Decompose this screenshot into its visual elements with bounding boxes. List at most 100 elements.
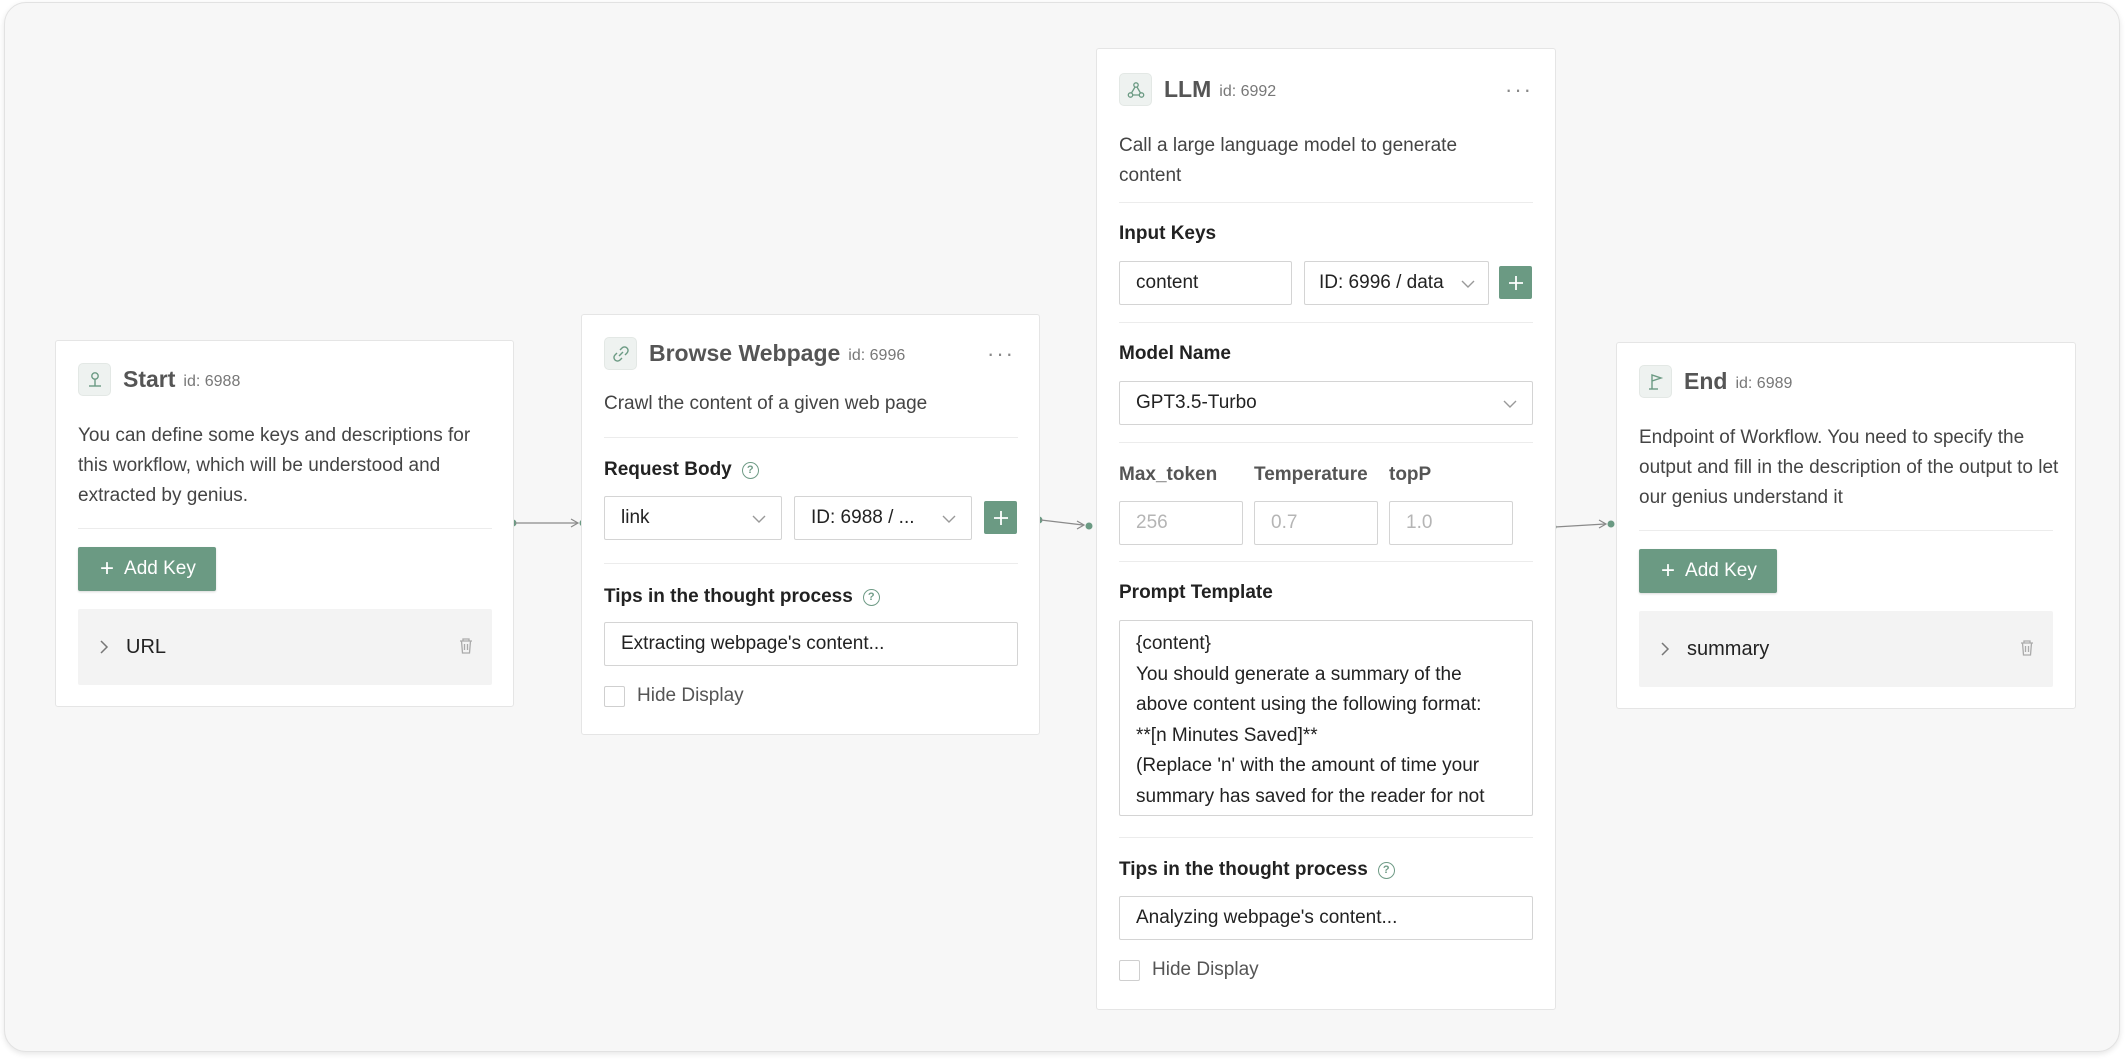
browse-tips-label-text: Tips in the thought process (604, 586, 853, 607)
llm-node[interactable]: LLM id: 6992 ··· Call a large language m… (1096, 48, 1556, 1010)
connector-llm-end (1549, 519, 1615, 531)
browse-tips-label: Tips in the thought process ? (604, 586, 880, 608)
top-p-input[interactable]: 1.0 (1389, 501, 1513, 545)
browse-webpage-node[interactable]: Browse Webpage id: 6996 ··· Crawl the co… (581, 314, 1040, 735)
temperature-label: Temperature (1254, 464, 1368, 485)
model-name-select[interactable]: GPT3.5-Turbo (1119, 381, 1533, 425)
connector-browse-llm (1035, 516, 1093, 530)
chevron-right-icon[interactable] (98, 638, 110, 656)
end-add-key-label: Add Key (1685, 560, 1757, 581)
browse-tips-input[interactable]: Extracting webpage's content... (604, 622, 1018, 666)
llm-node-title: LLM (1164, 76, 1212, 102)
pin-icon (78, 363, 111, 396)
llm-divider-1 (1119, 202, 1533, 203)
plus-icon (993, 510, 1008, 525)
browse-node-id: id: 6996 (848, 346, 906, 364)
end-add-key-button[interactable]: + Add Key (1639, 549, 1777, 593)
plus-icon: + (1661, 557, 1676, 584)
chevron-down-icon (1461, 280, 1475, 288)
add-request-param-button[interactable] (984, 501, 1017, 534)
request-source-select[interactable]: ID: 6988 / ... (794, 496, 972, 540)
max-token-input[interactable]: 256 (1119, 501, 1243, 545)
start-key-label: URL (126, 635, 167, 658)
chevron-down-icon (1503, 400, 1517, 408)
request-source-value: ID: 6988 / ... (811, 507, 915, 528)
browse-node-header: Browse Webpage id: 6996 (604, 337, 905, 370)
hide-display-checkbox[interactable] (1119, 959, 1140, 981)
request-body-label: Request Body ? (604, 459, 759, 481)
llm-hide-display-label: Hide Display (1152, 959, 1259, 980)
browse-divider-2 (604, 563, 1018, 564)
top-p-label: topP (1389, 464, 1432, 485)
browse-tips-value: Extracting webpage's content... (621, 633, 885, 654)
llm-hide-display[interactable]: Hide Display (1119, 959, 1259, 981)
llm-tips-label: Tips in the thought process ? (1119, 859, 1395, 881)
llm-more-button[interactable]: ··· (1505, 79, 1533, 101)
llm-node-id: id: 6992 (1219, 82, 1277, 100)
start-key-row[interactable]: URL (78, 609, 492, 685)
end-node-header: End id: 6989 (1639, 365, 1792, 398)
request-key-select[interactable]: link (604, 496, 782, 540)
plus-icon (1508, 275, 1523, 290)
max-token-label: Max_token (1119, 464, 1218, 485)
plus-icon: + (100, 555, 115, 582)
start-add-key-button[interactable]: + Add Key (78, 547, 216, 591)
add-input-key-button[interactable] (1499, 266, 1532, 299)
link-icon (604, 337, 637, 370)
chevron-right-icon[interactable] (1659, 640, 1671, 658)
input-key-field[interactable]: content (1119, 261, 1292, 305)
max-token-placeholder: 256 (1136, 512, 1168, 533)
temperature-input[interactable]: 0.7 (1254, 501, 1378, 545)
llm-divider-2 (1119, 322, 1533, 323)
help-icon[interactable]: ? (741, 461, 759, 479)
browse-hide-display[interactable]: Hide Display (604, 685, 744, 707)
llm-node-header: LLM id: 6992 (1119, 73, 1276, 106)
connector-start-browse (509, 518, 587, 528)
model-name-label: Model Name (1119, 343, 1231, 364)
browse-more-button[interactable]: ··· (987, 343, 1015, 365)
browse-hide-display-label: Hide Display (637, 685, 744, 706)
llm-tips-value: Analyzing webpage's content... (1136, 907, 1398, 928)
llm-tips-label-text: Tips in the thought process (1119, 859, 1368, 880)
input-source-select[interactable]: ID: 6996 / data (1304, 261, 1489, 305)
end-key-row[interactable]: summary (1639, 611, 2053, 687)
hide-display-checkbox[interactable] (604, 685, 625, 707)
prompt-template-textarea[interactable]: {content} You should generate a summary … (1119, 620, 1533, 816)
start-node[interactable]: Start id: 6988 You can define some keys … (55, 340, 514, 707)
request-body-label-text: Request Body (604, 459, 732, 480)
llm-node-description: Call a large language model to generate … (1119, 135, 1458, 186)
end-node-id: id: 6989 (1735, 374, 1793, 392)
help-icon[interactable]: ? (862, 588, 880, 606)
workflow-canvas[interactable]: Start id: 6988 You can define some keys … (4, 2, 2120, 1052)
chevron-down-icon (752, 515, 766, 523)
help-icon[interactable]: ? (1377, 861, 1395, 879)
chevron-down-icon (942, 515, 956, 523)
input-key-value: content (1136, 272, 1199, 293)
start-divider (78, 528, 492, 529)
input-source-value: ID: 6996 / data (1319, 272, 1444, 293)
end-node[interactable]: End id: 6989 Endpoint of Workflow. You n… (1616, 342, 2076, 709)
end-divider (1639, 530, 2053, 531)
browse-divider-1 (604, 437, 1018, 438)
end-key-label: summary (1687, 637, 1770, 660)
llm-divider-3 (1119, 442, 1533, 443)
llm-tips-input[interactable]: Analyzing webpage's content... (1119, 896, 1533, 940)
model-name-value: GPT3.5-Turbo (1136, 392, 1257, 413)
end-node-description: Endpoint of Workflow. You need to specif… (1639, 427, 2059, 508)
top-p-placeholder: 1.0 (1406, 512, 1433, 533)
trash-icon[interactable] (2019, 639, 2035, 657)
start-node-description: You can define some keys and description… (78, 425, 471, 506)
start-node-id: id: 6988 (183, 372, 241, 390)
prompt-template-label: Prompt Template (1119, 582, 1273, 603)
temperature-placeholder: 0.7 (1271, 512, 1298, 533)
request-key-value: link (621, 507, 650, 528)
input-keys-label: Input Keys (1119, 223, 1217, 244)
start-add-key-label: Add Key (124, 558, 196, 579)
llm-divider-5 (1119, 837, 1533, 838)
end-node-title: End (1684, 368, 1728, 394)
llm-divider-4 (1119, 561, 1533, 562)
trash-icon[interactable] (458, 637, 474, 655)
browse-node-title: Browse Webpage (649, 340, 841, 366)
network-icon (1119, 73, 1152, 106)
start-node-title: Start (123, 366, 176, 392)
